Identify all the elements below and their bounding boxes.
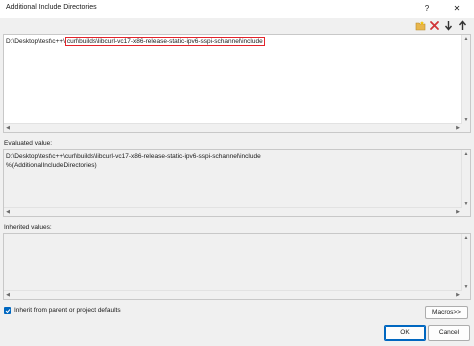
- title-bar: Additional Include Directories ? ✕: [0, 0, 474, 18]
- inherited-values-label: Inherited values:: [4, 224, 52, 231]
- scroll-corner: [462, 124, 470, 132]
- scroll-corner: [462, 291, 470, 299]
- evaluated-value-box: D:\Desktop\test\c++\curl\builds\libcurl-…: [3, 149, 471, 217]
- evaluated-line: %(AdditionalIncludeDirectories): [6, 162, 97, 169]
- include-directories-editor[interactable]: D:\Desktop\test\c++\ curl\builds\libcurl-…: [3, 34, 471, 133]
- new-line-folder-icon[interactable]: [414, 19, 427, 32]
- arrow-down-icon[interactable]: [442, 19, 455, 32]
- editor-line[interactable]: D:\Desktop\test\c++\ curl\builds\libcurl-…: [6, 37, 265, 46]
- scroll-right-arrow-icon[interactable]: ▶: [454, 124, 462, 132]
- delete-icon[interactable]: [428, 19, 441, 32]
- scroll-left-arrow-icon[interactable]: ◀: [4, 124, 12, 132]
- inherit-checkbox[interactable]: [4, 307, 11, 314]
- scroll-up-arrow-icon[interactable]: ▲: [462, 150, 470, 158]
- inherit-checkbox-label: Inherit from parent or project defaults: [14, 307, 121, 314]
- arrow-up-icon[interactable]: [456, 19, 469, 32]
- scroll-corner: [462, 208, 470, 216]
- inherited-values-box: ▲ ▼ ◀ ▶: [3, 233, 471, 300]
- scroll-down-arrow-icon[interactable]: ▼: [462, 116, 470, 124]
- inherited-vertical-scrollbar[interactable]: ▲ ▼: [461, 234, 470, 291]
- inherit-option[interactable]: Inherit from parent or project defaults: [4, 307, 121, 314]
- scroll-down-arrow-icon[interactable]: ▼: [462, 200, 470, 208]
- scroll-down-arrow-icon[interactable]: ▼: [462, 283, 470, 291]
- evaluated-line: D:\Desktop\test\c++\curl\builds\libcurl-…: [6, 153, 261, 160]
- scroll-up-arrow-icon[interactable]: ▲: [462, 234, 470, 242]
- evaluated-value-label: Evaluated value:: [4, 140, 53, 147]
- editor-vertical-scrollbar[interactable]: ▲ ▼: [461, 35, 470, 124]
- scroll-left-arrow-icon[interactable]: ◀: [4, 208, 12, 216]
- highlighted-include-path: curl\builds\libcurl-vc17-x86-release-sta…: [64, 37, 265, 46]
- cancel-button[interactable]: Cancel: [428, 325, 470, 341]
- scroll-right-arrow-icon[interactable]: ▶: [454, 291, 462, 299]
- scroll-right-arrow-icon[interactable]: ▶: [454, 208, 462, 216]
- window-title: Additional Include Directories: [6, 4, 97, 11]
- evaluated-horizontal-scrollbar[interactable]: ◀ ▶: [4, 207, 462, 216]
- scroll-up-arrow-icon[interactable]: ▲: [462, 35, 470, 43]
- evaluated-vertical-scrollbar[interactable]: ▲ ▼: [461, 150, 470, 208]
- inherited-horizontal-scrollbar[interactable]: ◀ ▶: [4, 290, 462, 299]
- ok-button[interactable]: OK: [384, 325, 426, 341]
- editor-horizontal-scrollbar[interactable]: ◀ ▶: [4, 123, 462, 132]
- scroll-left-arrow-icon[interactable]: ◀: [4, 291, 12, 299]
- help-button[interactable]: ?: [420, 2, 434, 16]
- macros-button[interactable]: Macros>>: [425, 306, 468, 319]
- close-button[interactable]: ✕: [450, 2, 464, 16]
- editor-path-prefix: D:\Desktop\test\c++\: [6, 38, 65, 45]
